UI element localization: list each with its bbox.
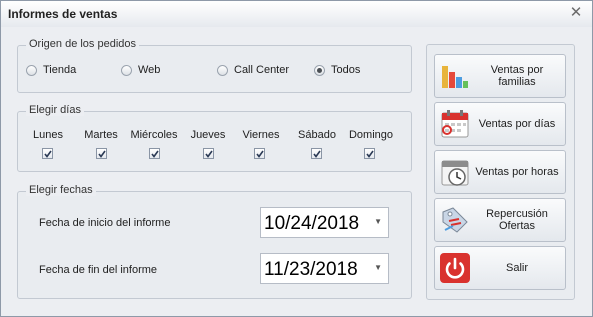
radio-tienda-label: Tienda [43, 64, 77, 76]
origin-legend: Origen de los pedidos [26, 38, 140, 50]
day-label-jueves: Jueves [190, 129, 226, 141]
actions-panel: Ventas por familias Ventas por días Vent… [426, 44, 575, 300]
end-date-value: 11/23/2018 [264, 259, 358, 280]
day-checkbox-martes[interactable] [96, 148, 107, 159]
day-label-viernes: Viernes [242, 129, 280, 141]
title-bar: Informes de ventas ✕ [1, 1, 592, 27]
day-checkbox-lunes[interactable] [42, 148, 53, 159]
start-date-picker[interactable]: 10/24/2018 ▼ [260, 207, 389, 238]
exit-label: Salir [505, 262, 528, 274]
day-label-lunes: Lunes [33, 129, 63, 141]
calendar-icon [441, 110, 469, 138]
bar-chart-icon [442, 66, 468, 88]
close-icon[interactable]: ✕ [568, 4, 584, 22]
radio-todos[interactable]: Todos [314, 64, 360, 76]
radio-call-center[interactable]: Call Center [217, 64, 289, 76]
price-tag-icon [442, 207, 468, 233]
sales-by-family-label: Ventas por familias [490, 64, 544, 88]
days-group: Elegir días Lunes Martes Miércoles Jueve… [17, 104, 412, 172]
origin-group: Origen de los pedidos Tienda Web Call Ce… [17, 38, 412, 93]
end-date-label: Fecha de fin del informe [39, 264, 158, 276]
start-date-value: 10/24/2018 [264, 213, 360, 234]
day-checkbox-jueves[interactable] [203, 148, 214, 159]
offers-impact-label: Repercusión Ofertas [486, 208, 548, 232]
day-label-sabado: Sábado [298, 129, 336, 141]
radio-tienda[interactable]: Tienda [26, 64, 76, 76]
chevron-down-icon: ▼ [374, 263, 382, 272]
sales-by-day-label: Ventas por días [478, 118, 556, 130]
radio-todos-dot [314, 64, 325, 76]
day-label-miercoles: Miércoles [130, 129, 178, 141]
day-checkbox-miercoles[interactable] [149, 148, 160, 159]
dates-legend: Elegir fechas [26, 184, 96, 196]
radio-todos-label: Todos [331, 64, 361, 76]
offers-impact-button[interactable]: Repercusión Ofertas [434, 198, 566, 242]
end-date-picker[interactable]: 11/23/2018 ▼ [260, 253, 389, 284]
sales-report-window: Informes de ventas ✕ Origen de los pedid… [0, 0, 593, 317]
sales-by-family-button[interactable]: Ventas por familias [434, 54, 566, 98]
sales-by-hour-label: Ventas por horas [475, 166, 559, 178]
days-legend: Elegir días [26, 104, 84, 116]
power-icon [440, 253, 470, 283]
day-checkbox-sabado[interactable] [311, 148, 322, 159]
exit-button[interactable]: Salir [434, 246, 566, 290]
sales-by-day-button[interactable]: Ventas por días [434, 102, 566, 146]
dates-group: Elegir fechas Fecha de inicio del inform… [17, 184, 412, 299]
day-checkbox-domingo[interactable] [364, 148, 375, 159]
chevron-down-icon: ▼ [374, 217, 382, 226]
radio-call-center-dot [217, 64, 228, 76]
day-checkbox-viernes[interactable] [254, 148, 265, 159]
radio-call-center-label: Call Center [234, 64, 290, 76]
radio-web-dot [121, 64, 132, 76]
start-date-label: Fecha de inicio del informe [39, 217, 171, 229]
day-label-martes: Martes [84, 129, 118, 141]
day-label-domingo: Domingo [348, 129, 394, 141]
radio-tienda-dot [26, 64, 37, 76]
radio-web[interactable]: Web [121, 64, 160, 76]
radio-web-label: Web [138, 64, 161, 76]
sales-by-hour-button[interactable]: Ventas por horas [434, 150, 566, 194]
clock-icon [441, 160, 469, 186]
window-title: Informes de ventas [8, 7, 118, 21]
